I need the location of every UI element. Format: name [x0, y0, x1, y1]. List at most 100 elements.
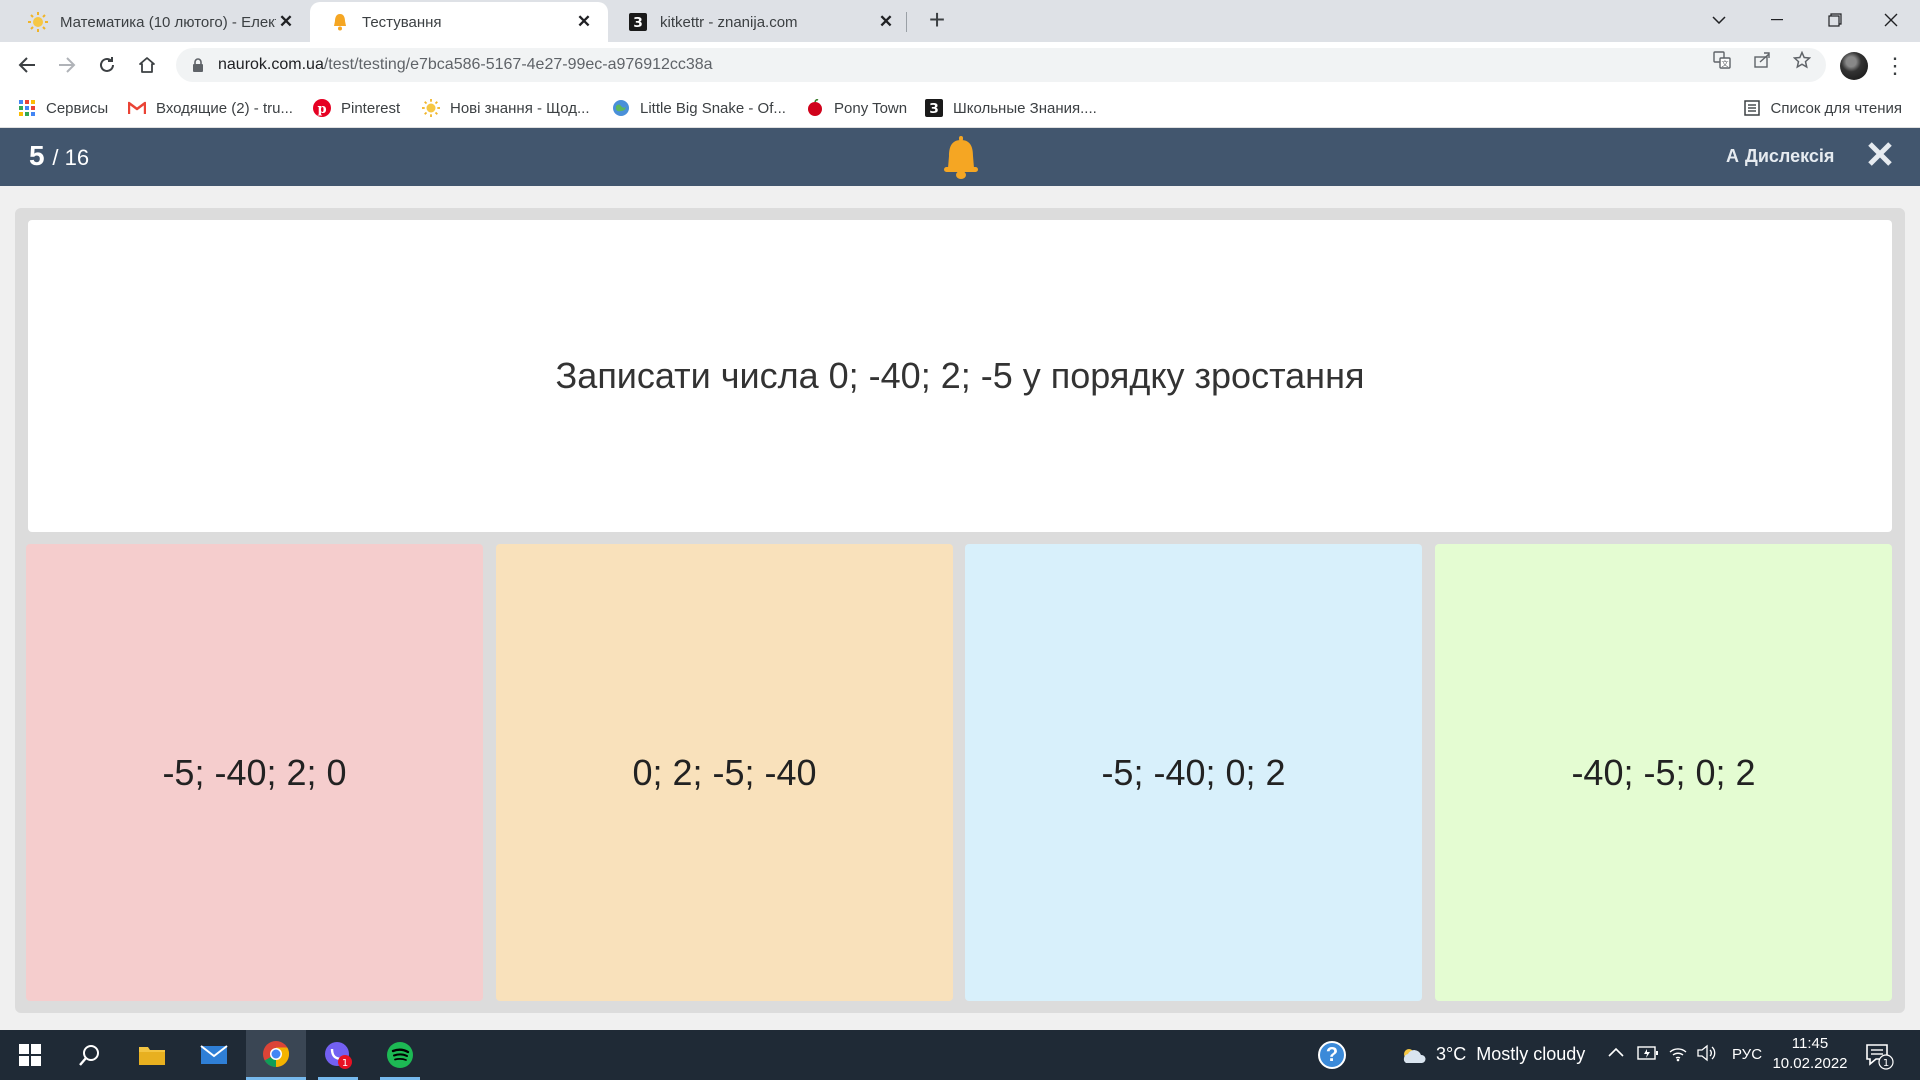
profile-avatar[interactable]	[1840, 52, 1868, 80]
total-questions: / 16	[52, 145, 90, 170]
answer-option-3[interactable]: -5; -40; 0; 2	[965, 544, 1422, 1001]
bookmark-pony-town[interactable]: Pony Town	[806, 96, 907, 120]
lock-icon[interactable]	[192, 57, 204, 73]
close-tab-icon[interactable]: ✕	[574, 12, 594, 32]
bookmarks-bar: Сервисы Входящие (2) - tru... p Pinteres…	[0, 88, 1920, 128]
forward-arrow-icon[interactable]	[51, 49, 83, 81]
current-question-number: 5	[29, 140, 45, 171]
bookmark-label: Pinterest	[341, 99, 401, 117]
restore-button[interactable]	[1806, 0, 1864, 40]
gmail-icon	[128, 99, 146, 117]
windows-taskbar: 1 ? 3°C Mostly cloudy РУС 11:45 10.02.20…	[0, 1030, 1920, 1080]
bookmark-novi-znannya[interactable]: Нові знання - Щод...	[422, 96, 590, 120]
answer-option-2[interactable]: 0; 2; -5; -40	[496, 544, 953, 1001]
network-icon[interactable]	[1668, 1044, 1688, 1067]
url-host: naurok.com.ua	[218, 56, 324, 73]
tab-divider	[906, 12, 907, 32]
bookmark-little-big-snake[interactable]: Little Big Snake - Of...	[612, 96, 786, 120]
file-explorer-icon[interactable]	[122, 1030, 182, 1080]
answer-text: -5; -40; 0; 2	[1101, 751, 1286, 793]
reading-list-button[interactable]: Список для чтения	[1744, 96, 1902, 120]
close-quiz-icon[interactable]	[1864, 141, 1896, 173]
url-path: /test/testing/e7bca586-5167-4e27-99ec-a9…	[323, 56, 713, 73]
bell-icon	[330, 12, 350, 32]
quiz-header: 5 / 16 A Дислексія	[0, 128, 1920, 186]
notification-count: 1	[1883, 1058, 1889, 1069]
bookmark-gmail[interactable]: Входящие (2) - tru...	[128, 96, 293, 120]
answer-option-4[interactable]: -40; -5; 0; 2	[1435, 544, 1892, 1001]
pinterest-icon: p	[313, 99, 331, 117]
bookmark-label: Нові знання - Щод...	[450, 99, 590, 117]
browser-tab-strip: Математика (10 лютого) - Елект ✕ Тестува…	[0, 0, 1920, 42]
bookmark-pinterest[interactable]: p Pinterest	[313, 96, 400, 120]
browser-toolbar: naurok.com.ua/test/testing/e7bca586-5167…	[0, 42, 1920, 88]
apps-grid-icon	[18, 99, 36, 117]
bookmark-star-icon[interactable]	[1792, 50, 1812, 70]
question-text: Записати числа 0; -40; 2; -5 у порядку з…	[555, 355, 1365, 396]
cloud-icon	[1400, 1046, 1428, 1064]
battery-icon[interactable]	[1637, 1044, 1659, 1067]
apple-icon	[806, 99, 824, 117]
reading-list-icon	[1744, 100, 1761, 116]
close-window-button[interactable]	[1862, 0, 1920, 40]
system-clock[interactable]: 11:45 10.02.2022	[1772, 1034, 1848, 1074]
close-tab-icon[interactable]: ✕	[876, 12, 896, 32]
answer-text: -5; -40; 2; 0	[162, 751, 347, 793]
bookmark-label: Pony Town	[834, 99, 908, 117]
weather-widget[interactable]: 3°C Mostly cloudy	[1400, 1044, 1585, 1065]
minimize-button[interactable]	[1748, 0, 1806, 40]
globe-icon	[612, 99, 630, 117]
dyslexia-icon: A	[1726, 146, 1739, 166]
close-tab-icon[interactable]: ✕	[276, 12, 296, 32]
svg-text:p: p	[317, 102, 326, 117]
sun-icon	[28, 12, 48, 32]
tab-title: Математика (10 лютого) - Елект	[60, 13, 276, 31]
mail-icon[interactable]	[184, 1030, 244, 1080]
volume-icon[interactable]	[1696, 1044, 1718, 1067]
dyslexia-toggle[interactable]: A Дислексія	[1726, 146, 1834, 167]
svg-text:З: З	[929, 102, 938, 117]
bookmark-label: Little Big Snake - Of...	[640, 99, 786, 117]
help-icon[interactable]: ?	[1318, 1041, 1346, 1069]
home-icon[interactable]	[131, 49, 163, 81]
bell-icon	[941, 136, 981, 180]
question-counter: 5 / 16	[29, 140, 89, 172]
answer-text: -40; -5; 0; 2	[1571, 751, 1756, 793]
translate-icon[interactable]: 文	[1712, 50, 1732, 70]
bookmark-label: Входящие (2) - tru...	[156, 99, 293, 117]
weather-text: 3°C Mostly cloudy	[1436, 1044, 1586, 1064]
browser-menu-icon[interactable]: ⋮	[1884, 52, 1906, 80]
answer-option-1[interactable]: -5; -40; 2; 0	[26, 544, 483, 1001]
windows-start-icon[interactable]	[0, 1030, 60, 1080]
viber-taskbar-icon[interactable]: 1	[308, 1030, 368, 1080]
notification-center-icon[interactable]: 1	[1864, 1040, 1894, 1070]
tab-search-icon[interactable]	[1690, 0, 1748, 40]
show-hidden-icons[interactable]	[1608, 1044, 1624, 1062]
svg-text:文: 文	[1722, 59, 1729, 68]
bookmark-servisy[interactable]: Сервисы	[18, 96, 108, 120]
reload-icon[interactable]	[91, 49, 123, 81]
znanija-icon: З	[925, 99, 943, 117]
answer-text: 0; 2; -5; -40	[632, 751, 817, 793]
dyslexia-label: Дислексія	[1745, 146, 1835, 166]
bookmark-shkolnye-znaniya[interactable]: З Школьные Знания....	[925, 96, 1097, 120]
clock-time: 11:45	[1791, 1035, 1829, 1052]
bookmark-label: Школьные Знания....	[953, 99, 1097, 117]
tab-testuvannya[interactable]: Тестування ✕	[310, 2, 608, 42]
reading-list-label: Список для чтения	[1770, 99, 1902, 117]
search-icon[interactable]	[60, 1030, 120, 1080]
url-text: naurok.com.ua/test/testing/e7bca586-5167…	[218, 56, 713, 74]
language-indicator[interactable]: РУС	[1732, 1046, 1762, 1063]
clock-date: 10.02.2022	[1772, 1055, 1848, 1072]
share-icon[interactable]	[1752, 50, 1772, 70]
spotify-taskbar-icon[interactable]	[370, 1030, 430, 1080]
sun-icon	[422, 99, 440, 117]
question-card: Записати числа 0; -40; 2; -5 у порядку з…	[28, 220, 1892, 532]
tab-title: Тестування	[362, 13, 442, 31]
address-bar[interactable]: naurok.com.ua/test/testing/e7bca586-5167…	[176, 48, 1826, 82]
chrome-taskbar-icon[interactable]	[246, 1030, 306, 1080]
new-tab-button[interactable]: +	[922, 6, 952, 36]
tab-matematika[interactable]: Математика (10 лютого) - Елект ✕	[8, 2, 310, 42]
tab-znanija[interactable]: З kitkettr - znanija.com ✕	[608, 2, 910, 42]
back-arrow-icon[interactable]	[11, 49, 43, 81]
